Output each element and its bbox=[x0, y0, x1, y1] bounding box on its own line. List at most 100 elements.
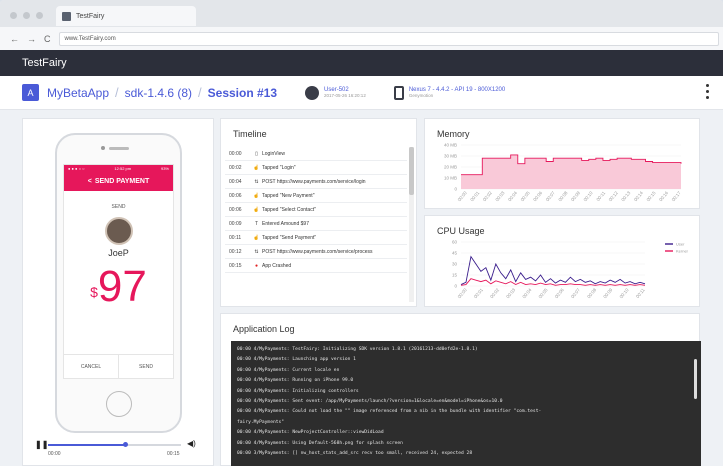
network-icon: ⇅ bbox=[254, 248, 259, 255]
timeline-event-text: Tapped "Select Contact" bbox=[262, 206, 316, 213]
x-tick-label: 00:06 bbox=[554, 287, 565, 299]
close-window-icon[interactable] bbox=[10, 12, 17, 19]
x-tick-label: 00:05 bbox=[538, 287, 549, 299]
x-tick-label: 00:05 bbox=[520, 190, 531, 202]
cpu-panel: CPU Usage 60 45 30 15 0 00:00 00:01 00:02 00:03 0… bbox=[424, 215, 700, 307]
timeline-scrollbar[interactable] bbox=[409, 147, 414, 302]
timeline-row[interactable]: 00:00 ▯ LoginView bbox=[225, 147, 407, 161]
timeline-row[interactable]: 00:02 ☝ Tapped "Login" bbox=[225, 161, 407, 175]
log-line: 00:00 4/MyPayments: Sent event: /app/MyP… bbox=[237, 399, 503, 405]
x-tick-label: 00:11 bbox=[635, 287, 646, 299]
y-tick-label: 45 bbox=[452, 251, 458, 256]
timeline-event-text: App Crashed bbox=[262, 262, 292, 269]
timeline-event-text: POST https://www.payments.com/service/lo… bbox=[262, 178, 366, 185]
timeline-time: 00:15 bbox=[229, 262, 242, 269]
device-info[interactable]: Nexus 7 - 4.4.2 - API 19 - 800X1200 Geny… bbox=[393, 85, 505, 100]
timeline-row[interactable]: 00:04 ⇅ POST https://www.payments.com/serv… bbox=[225, 175, 407, 189]
timeline-event-text: POST https://www.payments.com/service/pr… bbox=[262, 248, 373, 255]
timeline-event-text: LoginView bbox=[262, 150, 285, 157]
x-tick-label: 00:08 bbox=[586, 287, 597, 299]
breadcrumb-app[interactable]: MyBetaApp bbox=[47, 86, 109, 100]
tap-icon: ☝ bbox=[253, 192, 260, 199]
tap-icon: ☝ bbox=[253, 234, 260, 241]
log-line: 00:00 4/MyPayments: Launching app versio… bbox=[237, 357, 356, 363]
log-line: 00:00 3/MyPayments: [] nw_host_stats_add… bbox=[237, 451, 473, 457]
timeline-row[interactable]: 00:06 ☝ Tapped "New Payment" bbox=[225, 189, 407, 203]
memory-chart: 40 MB30 MB20 MB10 MB000:00 00:01 00:02 00:0… bbox=[444, 143, 682, 203]
timeline-time: 00:06 bbox=[229, 206, 242, 213]
payment-amount: $97 bbox=[64, 262, 173, 312]
tap-icon: ☝ bbox=[253, 206, 260, 213]
timeline-scroll-thumb[interactable] bbox=[409, 147, 414, 195]
status-bar: ● ● ● ○ ○ 12:52 pm 93% bbox=[64, 165, 173, 172]
forward-arrow-icon[interactable]: → bbox=[27, 34, 36, 44]
legend-label: User bbox=[676, 242, 685, 247]
phone-send-button: SEND bbox=[139, 363, 153, 370]
y-tick-label: 60 bbox=[452, 240, 458, 245]
timeline-row[interactable]: 00:09 T Entered Amound $97 bbox=[225, 217, 407, 231]
timeline-row[interactable]: 00:15 ● App Crashed bbox=[225, 259, 407, 273]
reload-icon[interactable]: C bbox=[44, 34, 51, 44]
x-tick-label: 00:00 bbox=[457, 190, 468, 202]
player-end-time: 00:15 bbox=[167, 451, 180, 457]
timeline-event-text: Entered Amound $97 bbox=[262, 220, 309, 227]
log-line: 00:00 4/MyPayments: NewProjectController… bbox=[237, 430, 384, 436]
signal-indicator: ● ● ● ○ ○ bbox=[68, 166, 85, 171]
phone-action-bar: CANCEL SEND bbox=[64, 354, 173, 378]
memory-area bbox=[461, 154, 681, 189]
back-chevron-icon: < bbox=[87, 178, 92, 185]
more-options-icon[interactable] bbox=[706, 84, 709, 99]
user-icon bbox=[305, 85, 320, 100]
video-player-controls: ❚❚ ◀) 00:00 00:15 bbox=[33, 437, 205, 461]
timeline-time: 00:06 bbox=[229, 192, 242, 199]
x-tick-label: 00:14 bbox=[633, 190, 644, 202]
y-tick-label: 40 MB bbox=[444, 143, 457, 148]
memory-panel: Memory 40 MB 30 MB 20 MB 10 MB 0 00:00 00:01 00… bbox=[424, 118, 700, 209]
crash-icon: ● bbox=[254, 262, 259, 269]
timeline-row[interactable]: 00:12 ⇅ POST https://www.payments.com/serv… bbox=[225, 245, 407, 259]
user-info[interactable]: User-502 2017-05-26 16:20:12 bbox=[305, 85, 366, 100]
x-tick-label: 00:03 bbox=[494, 190, 505, 202]
tap-icon: ☝ bbox=[253, 164, 260, 171]
x-tick-label: 00:09 bbox=[602, 287, 613, 299]
y-tick-label: 30 MB bbox=[444, 154, 457, 159]
breadcrumb-sdk[interactable]: sdk-1.4.6 (8) bbox=[125, 86, 192, 100]
phone-navbar: < SEND PAYMENT bbox=[64, 172, 173, 191]
minimize-window-icon[interactable] bbox=[23, 12, 30, 19]
timeline-event-text: Tapped "Send Payment" bbox=[262, 234, 317, 241]
log-line: 00:00 4/MyPayments: Using Default-568h.p… bbox=[237, 440, 403, 446]
seek-bar-fill bbox=[48, 444, 126, 446]
seek-handle[interactable] bbox=[123, 442, 129, 447]
brand-logo[interactable]: TestFairy bbox=[22, 57, 67, 69]
speaker-icon bbox=[109, 147, 129, 150]
maximize-window-icon[interactable] bbox=[36, 12, 43, 19]
log-title: Application Log bbox=[233, 324, 295, 334]
timeline-time: 00:00 bbox=[229, 150, 242, 157]
recipient-name: JoeP bbox=[108, 248, 129, 258]
log-scrollbar[interactable] bbox=[694, 359, 697, 399]
status-time: 12:52 pm bbox=[114, 166, 132, 171]
home-button-icon bbox=[106, 391, 132, 417]
x-tick-label: 00:03 bbox=[505, 287, 516, 299]
y-tick-label: 10 MB bbox=[444, 176, 457, 181]
breadcrumb-separator: / bbox=[198, 85, 202, 100]
y-tick-label: 20 MB bbox=[444, 165, 457, 170]
timeline-row[interactable]: 00:06 ☝ Tapped "Select Contact" bbox=[225, 203, 407, 217]
legend-label: Kernel bbox=[676, 249, 688, 254]
app-topbar: TestFairy bbox=[0, 50, 723, 76]
y-tick-label: 30 bbox=[452, 262, 458, 267]
back-arrow-icon[interactable]: ← bbox=[10, 34, 19, 44]
app-badge-icon: A bbox=[22, 84, 39, 101]
timeline-event-text: Tapped "New Payment" bbox=[262, 192, 315, 199]
pause-icon[interactable]: ❚❚ bbox=[35, 440, 48, 449]
timeline-row[interactable]: 00:11 ☝ Tapped "Send Payment" bbox=[225, 231, 407, 245]
avatar bbox=[104, 217, 133, 245]
x-tick-label: 00:01 bbox=[473, 287, 484, 299]
log-console[interactable]: 00:00 4/MyPayments: TestFairy: Initializ… bbox=[231, 341, 701, 466]
text-input-icon: T bbox=[254, 220, 259, 227]
browser-tab[interactable]: TestFairy bbox=[56, 6, 196, 26]
volume-icon[interactable]: ◀) bbox=[187, 439, 196, 448]
address-bar[interactable]: www.TestFairy.com bbox=[58, 31, 719, 46]
seek-bar[interactable] bbox=[48, 442, 181, 447]
currency-symbol: $ bbox=[90, 284, 98, 300]
